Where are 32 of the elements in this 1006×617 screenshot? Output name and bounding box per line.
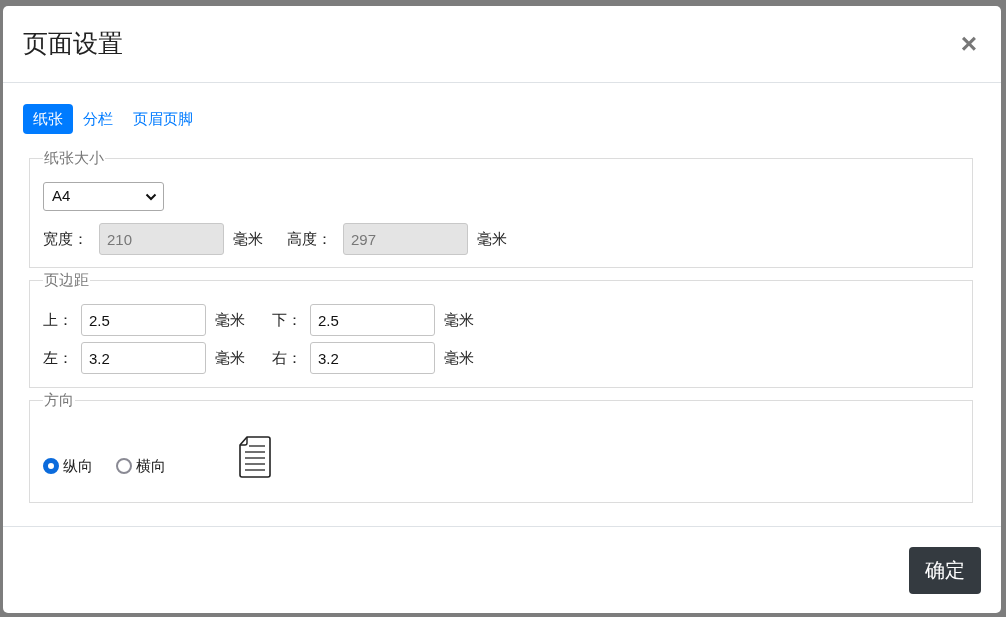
field-label: 上： <box>43 309 73 330</box>
confirm-button[interactable]: 确定 <box>909 546 981 594</box>
unit-label: 毫米 <box>233 228 263 249</box>
unit-label: 毫米 <box>444 347 474 368</box>
number-input[interactable]: 2.5 <box>310 304 435 336</box>
radio-label: 纵向 <box>63 455 93 476</box>
radio-button[interactable] <box>116 457 132 474</box>
group-legend: 页边距 <box>43 270 90 290</box>
number-input[interactable]: 3.2 <box>81 342 206 374</box>
group-legend: 方向 <box>43 390 75 410</box>
unit-label: 毫米 <box>215 309 245 330</box>
tab[interactable]: 分栏 <box>73 104 123 134</box>
radio-button[interactable] <box>43 457 59 474</box>
field-label: 右： <box>272 347 302 368</box>
field-label: 高度： <box>287 228 332 249</box>
tab[interactable]: 纸张 <box>23 104 73 134</box>
tab[interactable]: 页眉页脚 <box>123 104 203 134</box>
unit-label: 毫米 <box>215 347 245 368</box>
field-label: 下： <box>272 309 302 330</box>
close-button[interactable]: × <box>960 30 977 58</box>
chevron-down-icon <box>145 192 157 201</box>
field-label: 左： <box>43 347 73 368</box>
number-input[interactable]: 2.5 <box>81 304 206 336</box>
paper-size-select[interactable]: A4 <box>43 182 164 211</box>
number-input[interactable]: 3.2 <box>310 342 435 374</box>
document-icon <box>239 436 271 478</box>
field-label: 宽度： <box>43 228 88 249</box>
dialog-title: 页面设置 <box>23 28 123 60</box>
unit-label: 毫米 <box>477 228 507 249</box>
radio-label: 横向 <box>136 455 166 476</box>
unit-label: 毫米 <box>444 309 474 330</box>
group-legend: 纸张大小 <box>43 148 105 168</box>
